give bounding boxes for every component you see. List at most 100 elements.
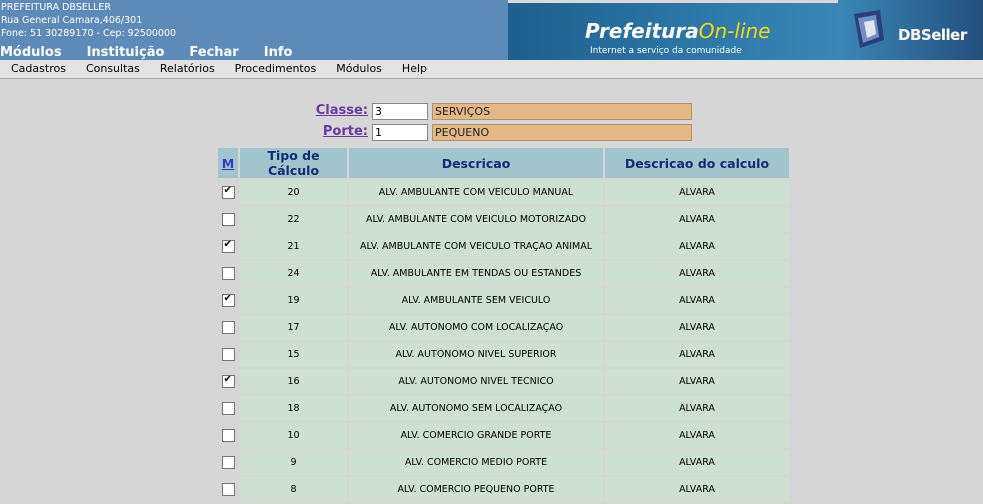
descricao-calculo-cell: ALVARA: [605, 315, 789, 340]
row-checkbox[interactable]: [221, 213, 235, 226]
tipo-calculo-cell: 16: [240, 369, 347, 394]
table-row: 16ALV. AUTONOMO NIVEL TECNICOALVARA: [218, 369, 789, 394]
descricao-cell: ALV. AMBULANTE COM VEICULO MANUAL: [349, 180, 603, 205]
descricao-calculo-cell: ALVARA: [605, 207, 789, 232]
descricao-calculo-cell: ALVARA: [605, 369, 789, 394]
table-row: 20ALV. AMBULANTE COM VEICULO MANUALALVAR…: [218, 180, 789, 205]
descricao-cell: ALV. AMBULANTE COM VEICULO TRAÇAO ANIMAL: [349, 234, 603, 259]
brand-banner: PrefeituraOn-line Internet a serviço da …: [508, 0, 983, 60]
table-row: 21ALV. AMBULANTE COM VEICULO TRAÇAO ANIM…: [218, 234, 789, 259]
row-checkbox-cell: [218, 207, 238, 232]
row-checkbox[interactable]: [221, 374, 235, 388]
menu-relatorios[interactable]: Relatórios: [160, 60, 215, 78]
menu-modulos[interactable]: Módulos: [336, 60, 382, 78]
descricao-cell: ALV. AUTONOMO NIVEL TECNICO: [349, 369, 603, 394]
table-row: 19ALV. AMBULANTE SEM VEICULOALVARA: [218, 288, 789, 313]
tipo-calculo-cell: 8: [240, 477, 347, 502]
tipo-calculo-cell: 9: [240, 450, 347, 475]
tipo-calculo-cell: 15: [240, 342, 347, 367]
table-row: 22 ALV. AMBULANTE COM VEICULO MOTORIZADO A…: [218, 207, 789, 232]
company-name: DBSeller: [898, 26, 967, 44]
classe-input[interactable]: 3: [372, 103, 428, 120]
menu-consultas[interactable]: Consultas: [86, 60, 140, 78]
row-checkbox-cell: [218, 288, 238, 313]
descricao-calculo-cell: ALVARA: [605, 261, 789, 286]
row-checkbox[interactable]: [221, 402, 235, 415]
row-checkbox-cell: [218, 315, 238, 340]
row-checkbox-cell: [218, 342, 238, 367]
row-checkbox[interactable]: [221, 483, 235, 496]
row-checkbox-cell: [218, 450, 238, 475]
tipo-calculo-cell: 17: [240, 315, 347, 340]
prefeitura-online-logo: PrefeituraOn-line: [585, 19, 771, 43]
descricao-cell: ALV. AUTONOMO NIVEL SUPERIOR: [349, 342, 603, 367]
descricao-cell: ALV. COMERCIO MEDIO PORTE: [349, 450, 603, 475]
table-row: 17 ALV. AUTONOMO COM LOCALIZAÇAO ALVARA: [218, 315, 789, 340]
calculation-types-table: M Tipo de Cálculo Descricao Descricao do…: [216, 146, 791, 504]
row-checkbox[interactable]: [221, 456, 235, 469]
table-row: 24 ALV. AMBULANTE EM TENDAS OU ESTANDES AL…: [218, 261, 789, 286]
descricao-cell: ALV. AMBULANTE EM TENDAS OU ESTANDES: [349, 261, 603, 286]
org-address: Rua General Camara,406/301: [1, 15, 143, 26]
row-checkbox[interactable]: [221, 293, 235, 307]
porte-input[interactable]: 1: [372, 124, 428, 141]
table-row: 18 ALV. AUTONOMO SEM LOCALIZAÇAO ALVARA: [218, 396, 789, 421]
classe-link[interactable]: Classe:: [300, 103, 368, 118]
classe-description: SERVIÇOS: [432, 103, 692, 120]
row-checkbox-cell: [218, 423, 238, 448]
col-header-descricao-calculo: Descricao do calculo: [605, 148, 789, 178]
col-header-tipo: Tipo de Cálculo: [240, 148, 347, 178]
descricao-calculo-cell: ALVARA: [605, 477, 789, 502]
descricao-calculo-cell: ALVARA: [605, 234, 789, 259]
row-checkbox[interactable]: [221, 321, 235, 334]
main-menu: Módulos Instituição Fechar Info: [0, 45, 317, 60]
row-checkbox-cell: [218, 261, 238, 286]
porte-link[interactable]: Porte:: [300, 124, 368, 139]
dbseller-logo-icon: [854, 10, 884, 48]
org-name: PREFEITURA DBSELLER: [1, 2, 111, 13]
row-checkbox[interactable]: [221, 267, 235, 280]
descricao-cell: ALV. AUTONOMO SEM LOCALIZAÇAO: [349, 396, 603, 421]
descricao-calculo-cell: ALVARA: [605, 342, 789, 367]
main-menu-fechar[interactable]: Fechar: [189, 45, 238, 60]
main-menu-info[interactable]: Info: [264, 45, 293, 60]
main-menu-instituicao[interactable]: Instituição: [87, 45, 165, 60]
descricao-cell: ALV. COMERCIO PEQUENO PORTE: [349, 477, 603, 502]
descricao-calculo-cell: ALVARA: [605, 288, 789, 313]
menu-cadastros[interactable]: Cadastros: [11, 60, 66, 78]
main-menu-modulos[interactable]: Módulos: [0, 45, 62, 60]
row-checkbox[interactable]: [221, 429, 235, 442]
descricao-cell: ALV. AMBULANTE SEM VEICULO: [349, 288, 603, 313]
menu-bar: Cadastros Consultas Relatórios Procedime…: [0, 60, 983, 79]
col-header-descricao: Descricao: [349, 148, 603, 178]
row-checkbox[interactable]: [221, 348, 235, 361]
app-header: PREFEITURA DBSELLER Rua General Camara,4…: [0, 0, 983, 60]
descricao-cell: ALV. COMERCIO GRANDE PORTE: [349, 423, 603, 448]
tipo-calculo-cell: 22: [240, 207, 347, 232]
tipo-calculo-cell: 18: [240, 396, 347, 421]
descricao-cell: ALV. AUTONOMO COM LOCALIZAÇAO: [349, 315, 603, 340]
tipo-calculo-cell: 21: [240, 234, 347, 259]
org-phone: Fone: 51 30289170 - Cep: 92500000: [1, 28, 177, 39]
menu-help[interactable]: Help: [402, 60, 427, 78]
tipo-calculo-cell: 24: [240, 261, 347, 286]
menu-procedimentos[interactable]: Procedimentos: [235, 60, 317, 78]
table-row: 10 ALV. COMERCIO GRANDE PORTE ALVARA: [218, 423, 789, 448]
descricao-calculo-cell: ALVARA: [605, 450, 789, 475]
descricao-cell: ALV. AMBULANTE COM VEICULO MOTORIZADO: [349, 207, 603, 232]
banner-strip: [508, 0, 838, 3]
tipo-calculo-cell: 20: [240, 180, 347, 205]
tipo-calculo-cell: 10: [240, 423, 347, 448]
descricao-calculo-cell: ALVARA: [605, 396, 789, 421]
row-checkbox[interactable]: [221, 185, 235, 199]
table-row: 9 ALV. COMERCIO MEDIO PORTE ALVARA: [218, 450, 789, 475]
row-checkbox-cell: [218, 234, 238, 259]
row-checkbox-cell: [218, 369, 238, 394]
porte-description: PEQUENO: [432, 124, 692, 141]
row-checkbox[interactable]: [221, 239, 235, 253]
mark-all-link[interactable]: M: [218, 148, 238, 178]
row-checkbox-cell: [218, 180, 238, 205]
row-checkbox-cell: [218, 396, 238, 421]
banner-tagline: Internet a serviço da comunidade: [590, 46, 742, 56]
table-row: 8 ALV. COMERCIO PEQUENO PORTE ALVARA: [218, 477, 789, 502]
